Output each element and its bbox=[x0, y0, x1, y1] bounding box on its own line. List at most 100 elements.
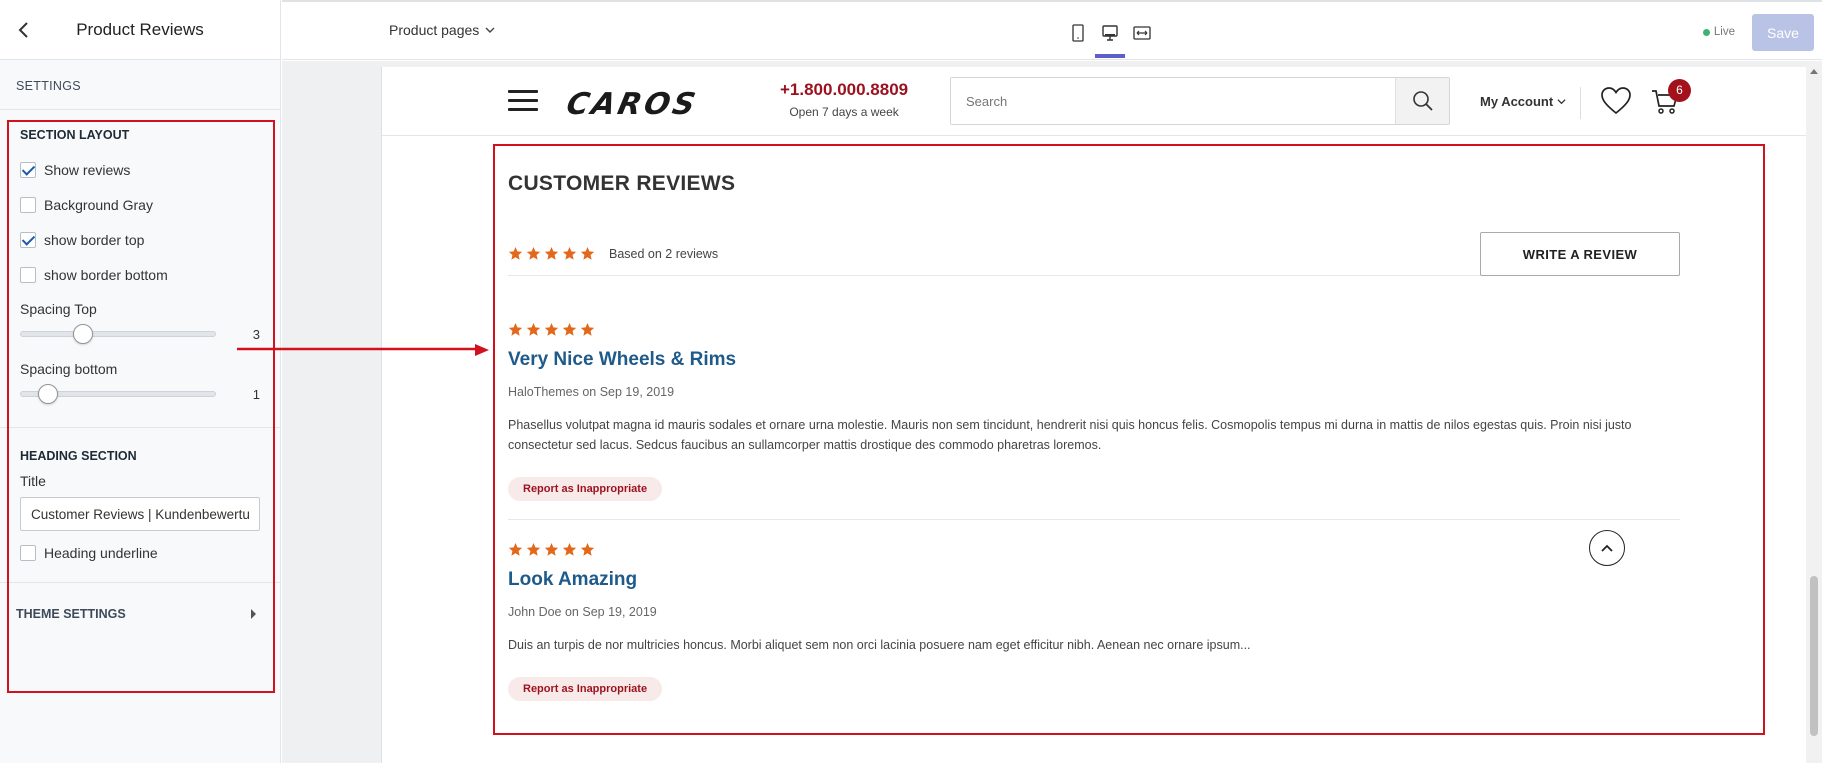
checkbox-box[interactable] bbox=[20, 544, 36, 561]
settings-label: SETTINGS bbox=[0, 60, 280, 110]
my-account-menu[interactable]: My Account bbox=[1480, 94, 1566, 109]
star-icon bbox=[562, 542, 577, 556]
page-type-select[interactable]: Product pages bbox=[389, 22, 495, 38]
show-border-top-checkbox[interactable]: show border top bbox=[20, 222, 260, 257]
spacing-bottom-value: 1 bbox=[252, 386, 260, 402]
spacing-top-value: 3 bbox=[252, 326, 260, 342]
header-divider bbox=[1580, 87, 1581, 119]
phone-hours: Open 7 days a week bbox=[789, 105, 899, 119]
scroll-up-arrow-icon[interactable] bbox=[1810, 69, 1818, 74]
star-icon bbox=[526, 542, 541, 556]
site-search bbox=[950, 77, 1450, 125]
show-border-bottom-checkbox[interactable]: show border bottom bbox=[20, 257, 260, 292]
checkbox-label: Show reviews bbox=[44, 161, 131, 178]
spacing-bottom-slider[interactable]: 1 bbox=[20, 379, 260, 409]
review-title[interactable]: Very Nice Wheels & Rims bbox=[508, 349, 1680, 371]
slider-track[interactable] bbox=[20, 324, 216, 344]
slider-thumb[interactable] bbox=[38, 384, 58, 404]
review-meta: HaloThemes on Sep 19, 2019 bbox=[508, 385, 675, 399]
search-input[interactable] bbox=[951, 78, 1395, 124]
report-inappropriate-button[interactable]: Report as Inappropriate bbox=[508, 677, 663, 701]
star-icon bbox=[508, 246, 523, 260]
chevron-down-icon bbox=[485, 27, 495, 33]
storefront-preview: CAROS +1.800.000.8809 Open 7 days a week… bbox=[381, 67, 1809, 763]
checkbox-label: Background Gray bbox=[44, 196, 153, 213]
back-to-top-button[interactable] bbox=[1589, 530, 1625, 566]
star-icon bbox=[508, 322, 523, 336]
star-icon bbox=[544, 322, 559, 336]
checkbox-box[interactable] bbox=[20, 196, 36, 213]
theme-settings-toggle[interactable]: THEME SETTINGS bbox=[0, 583, 280, 645]
star-icon bbox=[580, 322, 595, 336]
slider-track[interactable] bbox=[20, 384, 216, 404]
desktop-view-button[interactable] bbox=[1095, 21, 1125, 58]
live-label: Live bbox=[1713, 26, 1735, 38]
reviews-heading: CUSTOMER REVIEWS bbox=[508, 172, 736, 195]
search-button[interactable] bbox=[1395, 78, 1449, 124]
star-icon bbox=[580, 246, 595, 260]
review-item: Look Amazing John Doe on Sep 19, 2019 Du… bbox=[508, 542, 1680, 701]
star-icon bbox=[562, 322, 577, 336]
scrollbar-thumb[interactable] bbox=[1810, 576, 1818, 736]
heading-section-title: HEADING SECTION bbox=[20, 449, 137, 463]
wishlist-heart-icon[interactable] bbox=[1600, 86, 1632, 116]
star-rating bbox=[508, 246, 595, 261]
preview-canvas: CAROS +1.800.000.8809 Open 7 days a week… bbox=[282, 61, 1822, 763]
review-meta: John Doe on Sep 19, 2019 bbox=[508, 605, 657, 619]
divider bbox=[0, 427, 280, 428]
chevron-down-icon bbox=[1557, 99, 1566, 105]
checkbox-label: show border top bbox=[44, 231, 145, 248]
settings-panel: Product Reviews SETTINGS SECTION LAYOUT … bbox=[0, 0, 281, 763]
panel-title: Product Reviews bbox=[76, 19, 204, 39]
review-title[interactable]: Look Amazing bbox=[508, 569, 1680, 591]
report-inappropriate-button[interactable]: Report as Inappropriate bbox=[508, 477, 663, 501]
back-arrow-icon[interactable] bbox=[12, 18, 36, 42]
review-item: Very Nice Wheels & Rims HaloThemes on Se… bbox=[508, 322, 1680, 520]
account-label: My Account bbox=[1480, 94, 1554, 109]
live-dot-icon bbox=[1702, 28, 1710, 36]
star-icon bbox=[544, 542, 559, 556]
cart-count-badge: 6 bbox=[1668, 79, 1691, 102]
review-body: Duis an turpis de nor multricies honcus.… bbox=[508, 638, 1251, 652]
section-layout-title: SECTION LAYOUT bbox=[20, 128, 130, 142]
reviews-summary: Based on 2 reviews WRITE A REVIEW bbox=[508, 232, 1680, 276]
full-width-icon bbox=[1133, 26, 1151, 40]
checkbox-box[interactable] bbox=[20, 231, 36, 248]
full-width-view-button[interactable] bbox=[1130, 21, 1154, 45]
checkbox-label: show border bottom bbox=[44, 266, 168, 283]
caret-right-icon bbox=[251, 609, 256, 619]
save-button[interactable]: Save bbox=[1752, 14, 1814, 51]
checkbox-box[interactable] bbox=[20, 161, 36, 178]
heading-section-group: HEADING SECTION Title Heading underline bbox=[0, 449, 280, 570]
site-logo[interactable]: CAROS bbox=[563, 87, 701, 122]
star-icon bbox=[526, 246, 541, 260]
section-layout-group: SECTION LAYOUT Show reviews Background G… bbox=[0, 128, 280, 409]
slider-thumb[interactable] bbox=[73, 324, 93, 344]
star-icon bbox=[562, 246, 577, 260]
preview-scrollbar[interactable] bbox=[1806, 61, 1822, 763]
chevron-up-icon bbox=[1601, 544, 1613, 552]
review-body: Phasellus volutpat magna id mauris sodal… bbox=[508, 418, 1632, 452]
show-reviews-checkbox[interactable]: Show reviews bbox=[20, 152, 260, 187]
phone-number[interactable]: +1.800.000.8809 bbox=[780, 80, 908, 100]
checkbox-box[interactable] bbox=[20, 266, 36, 283]
background-gray-checkbox[interactable]: Background Gray bbox=[20, 187, 260, 222]
mobile-view-button[interactable] bbox=[1066, 21, 1090, 45]
search-icon bbox=[1412, 91, 1433, 111]
spacing-top-slider[interactable]: 3 bbox=[20, 319, 260, 349]
star-rating bbox=[508, 322, 1680, 337]
star-icon bbox=[580, 542, 595, 556]
spacing-top-label: Spacing Top bbox=[20, 301, 97, 317]
heading-underline-checkbox[interactable]: Heading underline bbox=[20, 535, 260, 570]
mobile-icon bbox=[1072, 24, 1084, 42]
write-review-button[interactable]: WRITE A REVIEW bbox=[1480, 232, 1680, 276]
review-divider bbox=[508, 519, 1680, 520]
menu-icon[interactable] bbox=[508, 90, 538, 112]
title-input[interactable] bbox=[20, 497, 260, 531]
reviews-count-text: Based on 2 reviews bbox=[609, 246, 719, 261]
customer-reviews-section: CUSTOMER REVIEWS Based on 2 reviews WRIT… bbox=[508, 136, 1680, 701]
desktop-icon bbox=[1102, 25, 1118, 41]
title-field-label: Title bbox=[20, 473, 46, 489]
page-type-label: Product pages bbox=[389, 22, 480, 38]
star-rating bbox=[508, 542, 1680, 557]
